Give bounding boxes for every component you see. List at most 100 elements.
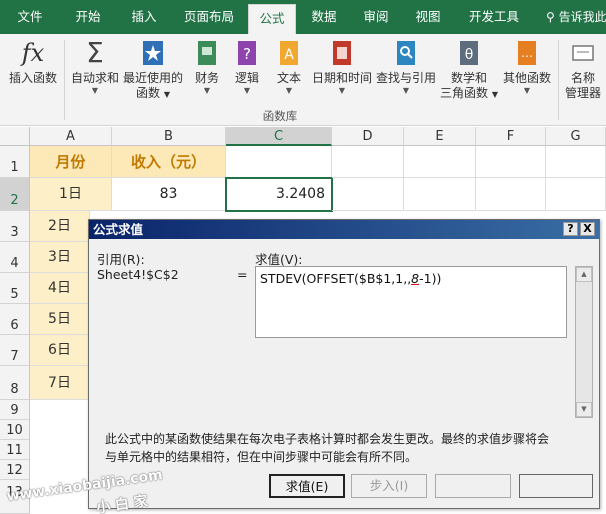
row-header-2[interactable]: 2 (0, 178, 30, 211)
reference-value: Sheet4!$C$2 (97, 267, 179, 282)
name-manager-label-1: 名称 (570, 71, 595, 85)
math-trig-label-2: 三角函数 (440, 86, 489, 100)
tab-review[interactable]: 审阅 (356, 0, 396, 34)
chevron-down-icon: ▼ (402, 86, 410, 95)
row-header-3[interactable]: 3 (0, 211, 30, 242)
math-trig-button[interactable]: θ 数学和 三角函数 ▼ (440, 38, 498, 102)
note-line-1: 此公式中的某函数使结果在每次电子表格计算时都会发生更改。最终的求值步骤将会 (105, 432, 550, 446)
column-header-c[interactable]: C (226, 127, 332, 146)
evaluation-textbox[interactable]: STDEV(OFFSET($B$1,1,,8-1)) (255, 266, 567, 338)
recently-used-label-2-wrap: 函数 ▼ (122, 86, 184, 102)
cell-g1[interactable] (546, 146, 606, 178)
chevron-down-icon: ▼ (203, 86, 211, 95)
select-all-corner[interactable] (0, 127, 30, 146)
dialog-close-button[interactable] (519, 474, 593, 498)
theta-book-icon: θ (460, 41, 478, 65)
scroll-up-icon[interactable]: ▲ (576, 267, 592, 282)
column-header-g[interactable]: G (546, 127, 606, 146)
text-label: 文本 (276, 71, 301, 85)
row-header-8[interactable]: 8 (0, 366, 30, 400)
name-manager-button[interactable]: 名称 管理器 (562, 38, 604, 101)
cell-f2[interactable] (476, 178, 546, 211)
active-cell-outline (225, 177, 333, 212)
cell-b1[interactable]: 收入（元） (112, 146, 226, 178)
row-header-12[interactable]: 12 (0, 460, 30, 480)
step-in-button[interactable]: 步入(I) (351, 474, 427, 498)
cell-a2[interactable]: 1日 (30, 178, 112, 211)
cell-e2[interactable] (404, 178, 476, 211)
recently-used-label-2: 函数 (136, 86, 161, 100)
tab-developer[interactable]: 开发工具 (464, 0, 524, 34)
row-header-1[interactable]: 1 (0, 146, 30, 178)
logical-book-icon: ? (238, 41, 256, 65)
tab-formulas[interactable]: 公式 (248, 4, 296, 34)
row-header-9[interactable]: 9 (0, 400, 30, 420)
cell-a8[interactable]: 7日 (30, 366, 90, 400)
logical-button[interactable]: ? 逻辑 ▼ (230, 38, 264, 96)
row-header-10[interactable]: 10 (0, 420, 30, 440)
star-book-icon (143, 41, 163, 65)
name-tag-icon (572, 45, 594, 61)
row-header-11[interactable]: 11 (0, 440, 30, 460)
row-header-4[interactable]: 4 (0, 242, 30, 273)
cell-g2[interactable] (546, 178, 606, 211)
sigma-icon: Σ (86, 36, 104, 69)
dialog-title-bar[interactable]: 公式求值 (89, 220, 599, 239)
lookup-label: 查找与引用 (376, 71, 437, 85)
more-functions-button[interactable]: … 其他函数 ▼ (500, 38, 554, 96)
chevron-down-icon: ▼ (163, 90, 170, 99)
tell-me-box[interactable]: ⚲ 告诉我此 (546, 0, 606, 34)
cell-a6[interactable]: 5日 (30, 304, 90, 335)
cell-c1[interactable] (226, 146, 332, 178)
autosum-label: 自动求和 (70, 71, 119, 85)
cell-a5[interactable]: 4日 (30, 273, 90, 304)
column-header-d[interactable]: D (332, 127, 404, 146)
cell-f1[interactable] (476, 146, 546, 178)
help-button[interactable]: ? (563, 222, 578, 236)
chevron-down-icon: ▼ (338, 86, 346, 95)
tab-insert[interactable]: 插入 (124, 0, 164, 34)
row-header-6[interactable]: 6 (0, 304, 30, 335)
column-header-b[interactable]: B (112, 127, 226, 146)
financial-button[interactable]: 财务 ▼ (190, 38, 224, 96)
close-button[interactable]: X (580, 222, 595, 236)
tab-data[interactable]: 数据 (304, 0, 344, 34)
evaluation-scrollbar[interactable]: ▲ ▼ (575, 266, 593, 418)
chevron-down-icon: ▼ (491, 90, 498, 99)
row-header-5[interactable]: 5 (0, 273, 30, 304)
insert-function-button[interactable]: fx 插入函数 (6, 38, 60, 86)
name-manager-label-2: 管理器 (564, 86, 601, 100)
autosum-button[interactable]: Σ 自动求和 ▼ (68, 38, 122, 96)
column-header-a[interactable]: A (30, 127, 112, 146)
cell-e1[interactable] (404, 146, 476, 178)
calendar-icon (333, 41, 351, 65)
scroll-down-icon[interactable]: ▼ (576, 402, 592, 417)
tell-me-label: 告诉我此 (558, 10, 606, 24)
cell-d1[interactable] (332, 146, 404, 178)
tab-view[interactable]: 视图 (408, 0, 448, 34)
cell-a3[interactable]: 2日 (30, 211, 90, 242)
chevron-down-icon: ▼ (91, 86, 99, 95)
column-header-e[interactable]: E (404, 127, 476, 146)
text-button[interactable]: A 文本 ▼ (272, 38, 306, 96)
datetime-button[interactable]: 日期和时间 ▼ (312, 38, 372, 96)
ribbon-function-library: fx 插入函数 Σ 自动求和 ▼ 最近使用的 函数 ▼ 财务 ▼ ? 逻辑 ▼ … (0, 34, 606, 126)
svg-text:…: … (521, 46, 533, 60)
cell-a4[interactable]: 3日 (30, 242, 90, 273)
cell-d2[interactable] (332, 178, 404, 211)
row-header-7[interactable]: 7 (0, 335, 30, 366)
fx-icon: fx (21, 39, 45, 67)
logical-label: 逻辑 (234, 71, 259, 85)
column-header-f[interactable]: F (476, 127, 546, 146)
tab-home[interactable]: 开始 (68, 0, 108, 34)
formula-prefix: STDEV(OFFSET($B$1,1,, (260, 271, 412, 286)
step-out-button[interactable] (435, 474, 511, 498)
cell-a7[interactable]: 6日 (30, 335, 90, 366)
cell-a1[interactable]: 月份 (30, 146, 112, 178)
lookup-button[interactable]: 查找与引用 ▼ (376, 38, 436, 96)
tab-file[interactable]: 文件 (10, 0, 50, 34)
recently-used-button[interactable]: 最近使用的 函数 ▼ (122, 38, 184, 102)
evaluate-button[interactable]: 求值(E) (269, 474, 345, 498)
tab-page-layout[interactable]: 页面布局 (180, 0, 238, 34)
cell-b2[interactable]: 83 (112, 178, 226, 211)
